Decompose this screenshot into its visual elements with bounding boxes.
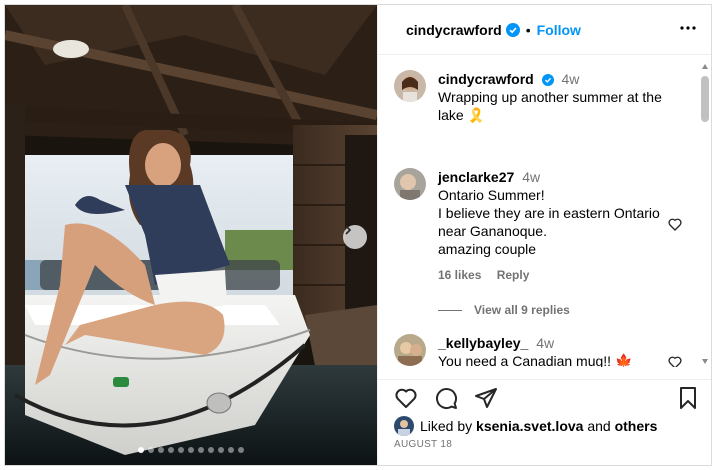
caption-body: Wrapping up another summer at the lake 🎗… bbox=[438, 88, 688, 124]
verified-badge-icon bbox=[541, 74, 554, 87]
carousel-dots bbox=[5, 447, 377, 453]
caption-author[interactable]: cindycrawford bbox=[438, 71, 534, 87]
comment-icon[interactable] bbox=[434, 386, 458, 410]
post-header: cindycrawford • Follow bbox=[378, 5, 711, 55]
like-comment-heart-icon[interactable] bbox=[667, 354, 683, 367]
reply-button[interactable]: Reply bbox=[497, 268, 530, 282]
view-replies-label: View all 9 replies bbox=[474, 303, 570, 317]
comment-author[interactable]: _kellybayley_ bbox=[438, 335, 528, 351]
chevron-right-icon bbox=[345, 225, 352, 235]
carousel-dot bbox=[148, 447, 154, 453]
liker-avatar-image bbox=[394, 416, 414, 436]
carousel-dot bbox=[198, 447, 204, 453]
comment-line: You need a Canadian mug!! 🍁 bbox=[438, 353, 633, 367]
comment-likes[interactable]: 16 likes bbox=[438, 268, 481, 282]
save-bookmark-icon[interactable] bbox=[676, 386, 700, 410]
carousel-dot bbox=[218, 447, 224, 453]
replies-divider bbox=[438, 309, 462, 311]
post-dialog: cindycrawford • Follow cindycrawford 4w … bbox=[4, 4, 712, 466]
comment-avatar-image bbox=[394, 168, 426, 200]
carousel-dot bbox=[138, 447, 144, 453]
view-replies-button[interactable]: View all 9 replies bbox=[438, 303, 570, 317]
caption-text-block: cindycrawford 4w Wrapping up another sum… bbox=[438, 70, 688, 124]
comment-time: 4w bbox=[522, 169, 541, 185]
carousel-dot bbox=[228, 447, 234, 453]
comment-avatar-image bbox=[394, 334, 426, 366]
author-username[interactable]: cindycrawford bbox=[406, 22, 502, 38]
likes-summary: Liked by ksenia.svet.lova and others bbox=[394, 416, 657, 436]
post-photo bbox=[5, 5, 377, 465]
post-actions bbox=[378, 379, 711, 419]
scroll-down-arrow[interactable] bbox=[702, 359, 708, 364]
carousel-dot bbox=[178, 447, 184, 453]
comment-text-block: _kellybayley_ 4w You need a Canadian mug… bbox=[438, 334, 688, 367]
comment-row: _kellybayley_ 4w You need a Canadian mug… bbox=[394, 334, 688, 367]
more-horizontal-icon[interactable] bbox=[679, 19, 697, 37]
like-comment-heart-icon[interactable] bbox=[667, 216, 683, 232]
comments-section[interactable]: cindycrawford 4w Wrapping up another sum… bbox=[378, 56, 711, 367]
avatar[interactable] bbox=[394, 334, 426, 366]
likes-others-link[interactable]: others bbox=[615, 418, 658, 434]
carousel-dot bbox=[188, 447, 194, 453]
comment-meta: 16 likes Reply bbox=[438, 266, 688, 284]
comment-author[interactable]: jenclarke27 bbox=[438, 169, 514, 185]
share-icon[interactable] bbox=[474, 386, 498, 410]
scroll-up-arrow[interactable] bbox=[702, 64, 708, 69]
caption-row: cindycrawford 4w Wrapping up another sum… bbox=[394, 70, 688, 124]
carousel-dot bbox=[158, 447, 164, 453]
caption-time: 4w bbox=[561, 71, 580, 87]
likes-conj: and bbox=[587, 418, 611, 434]
post-date: AUGUST 18 bbox=[394, 439, 453, 450]
avatar[interactable] bbox=[394, 168, 426, 200]
comment-text-block: jenclarke27 4w Ontario Summer! I believe… bbox=[438, 168, 688, 284]
carousel-next-button[interactable] bbox=[343, 225, 367, 249]
like-heart-icon[interactable] bbox=[394, 386, 418, 410]
avatar[interactable] bbox=[394, 70, 426, 102]
separator-bullet: • bbox=[525, 21, 531, 38]
comment-line: I believe they are in eastern Ontario ne… bbox=[438, 205, 660, 239]
carousel-dot bbox=[238, 447, 244, 453]
avatar[interactable] bbox=[394, 416, 414, 436]
carousel-dot bbox=[208, 447, 214, 453]
comment-row: jenclarke27 4w Ontario Summer! I believe… bbox=[394, 168, 688, 284]
post-side-panel: cindycrawford • Follow cindycrawford 4w … bbox=[377, 5, 711, 465]
comment-time: 4w bbox=[536, 335, 555, 351]
carousel-dot bbox=[168, 447, 174, 453]
follow-button[interactable]: Follow bbox=[537, 22, 581, 38]
comment-line: amazing couple bbox=[438, 241, 537, 257]
comment-line: Ontario Summer! bbox=[438, 187, 545, 203]
liker-username[interactable]: ksenia.svet.lova bbox=[476, 418, 583, 434]
post-media[interactable] bbox=[5, 5, 377, 465]
verified-badge-icon bbox=[505, 22, 520, 37]
ribbon-emoji: 🎗️ bbox=[467, 107, 486, 123]
caption-avatar-image bbox=[394, 70, 426, 102]
scroll-thumb[interactable] bbox=[701, 76, 709, 122]
comments-scrollbar[interactable] bbox=[701, 62, 709, 364]
likes-prefix: Liked by bbox=[420, 418, 473, 434]
